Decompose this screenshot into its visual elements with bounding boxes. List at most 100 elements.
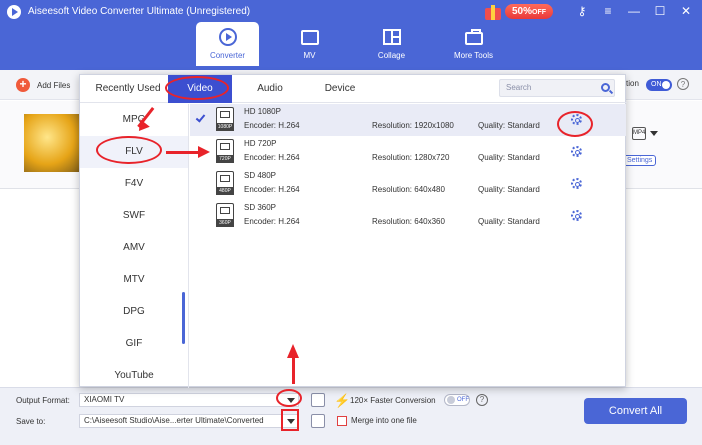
format-item-mtv[interactable]: MTV <box>80 264 188 296</box>
convert-all-button[interactable]: Convert All <box>584 398 687 424</box>
tab-audio[interactable]: Audio <box>240 75 300 103</box>
profile-encoder: Encoder: H.264 <box>244 185 300 194</box>
profile-encoder: Encoder: H.264 <box>244 217 300 226</box>
tab-label: Collage <box>377 51 406 60</box>
faster-conversion-toggle[interactable]: OFF <box>444 394 470 406</box>
profile-row[interactable]: 720P HD 720P Encoder: H.264 Resolution: … <box>190 136 626 168</box>
format-list-scrollbar[interactable] <box>182 292 185 344</box>
save-to-path[interactable]: C:\Aiseesoft Studio\Aise...erter Ultimat… <box>79 414 299 428</box>
video-thumbnail[interactable] <box>24 114 82 172</box>
tab-more-tools[interactable]: More Tools <box>442 22 505 66</box>
title-bar: Aiseesoft Video Converter Ultimate (Unre… <box>0 0 702 70</box>
gear-icon[interactable] <box>571 146 582 157</box>
video-quality-icon: 480P <box>216 171 234 195</box>
tab-collage[interactable]: Collage <box>360 22 423 66</box>
annotation-arrowhead <box>287 344 299 358</box>
tab-mv[interactable]: MV <box>278 22 341 66</box>
merge-checkbox[interactable] <box>337 416 347 426</box>
save-to-label: Save to: <box>16 417 46 426</box>
merge-label: Merge into one file <box>351 416 417 425</box>
annotation-ellipse-gear <box>557 111 593 137</box>
lightning-icon: ⚡ <box>334 393 351 408</box>
close-button[interactable]: ✕ <box>680 4 692 18</box>
profile-row[interactable]: 480P SD 480P Encoder: H.264 Resolution: … <box>190 168 626 200</box>
mv-icon <box>300 30 319 45</box>
format-dropdown-arrow[interactable] <box>650 131 658 136</box>
notification-toggle[interactable]: ON <box>646 79 672 91</box>
search-icon[interactable] <box>601 83 610 92</box>
gear-icon[interactable] <box>571 210 582 221</box>
main-nav: Converter MV Collage More Tools <box>196 22 524 66</box>
bottom-bar: Output Format: XIAOMI TV ⚡ 120× Faster C… <box>0 387 702 445</box>
format-item-f4v[interactable]: F4V <box>80 168 188 200</box>
video-quality-icon: 360P <box>216 203 234 227</box>
app-title: Aiseesoft Video Converter Ultimate (Unre… <box>28 6 251 17</box>
help-icon[interactable]: ? <box>476 394 488 406</box>
tab-label: MV <box>303 51 316 60</box>
tab-device[interactable]: Device <box>310 75 370 103</box>
format-dropdown-panel: Recently Used Video Audio Device Search … <box>79 74 627 388</box>
collage-icon <box>382 29 401 45</box>
profile-name: HD 720P <box>244 139 277 148</box>
faster-conversion-label: 120× Faster Conversion <box>350 396 436 405</box>
check-icon <box>195 112 206 123</box>
format-search-input[interactable]: Search <box>499 79 615 97</box>
profile-quality: Quality: Standard <box>478 217 540 226</box>
profile-encoder: Encoder: H.264 <box>244 153 300 162</box>
menu-icon[interactable]: ≡ <box>602 4 614 18</box>
format-item-amv[interactable]: AMV <box>80 232 188 264</box>
profile-name: HD 1080P <box>244 107 281 116</box>
profile-quality: Quality: Standard <box>478 185 540 194</box>
folder-icon[interactable] <box>311 414 325 428</box>
annotation-arrowhead <box>198 146 210 158</box>
promo-badge[interactable]: 50%OFF <box>505 4 554 19</box>
minimize-button[interactable]: — <box>628 4 640 18</box>
format-item-dpg[interactable]: DPG <box>80 296 188 328</box>
help-icon[interactable]: ? <box>677 78 689 90</box>
profile-name: SD 480P <box>244 171 277 180</box>
tab-recently-used[interactable]: Recently Used <box>88 75 168 103</box>
profile-resolution: Resolution: 1280x720 <box>372 153 450 162</box>
plus-icon: + <box>16 78 30 92</box>
format-item-swf[interactable]: SWF <box>80 200 188 232</box>
maximize-button[interactable]: ☐ <box>654 4 666 18</box>
tab-label: More Tools <box>454 51 493 60</box>
tab-converter[interactable]: Converter <box>196 22 259 66</box>
format-item-mpg[interactable]: MPG <box>80 104 188 136</box>
profile-encoder: Encoder: H.264 <box>244 121 300 130</box>
key-icon[interactable]: ⚷ <box>576 4 588 18</box>
toolbox-icon <box>464 29 483 45</box>
annotation-ellipse-format-arrow <box>276 389 302 407</box>
output-format-select[interactable]: XIAOMI TV <box>79 393 299 407</box>
profile-name: SD 360P <box>244 203 277 212</box>
profile-resolution: Resolution: 640x480 <box>372 185 445 194</box>
annotation-ellipse-flv <box>96 136 162 164</box>
profile-quality: Quality: Standard <box>478 121 540 130</box>
format-item-youtube[interactable]: YouTube <box>80 360 188 392</box>
format-settings-icon[interactable] <box>311 393 325 407</box>
annotation-box-save-arrow <box>281 409 299 431</box>
add-files-label: Add Files <box>37 80 71 90</box>
profile-resolution: Resolution: 640x360 <box>372 217 445 226</box>
promo-offer[interactable]: 50%OFF <box>484 3 554 20</box>
video-quality-icon: 720P <box>216 139 234 163</box>
converter-icon <box>218 28 237 46</box>
annotation-ellipse-video-tab <box>165 76 229 100</box>
annotation-arrow-shaft <box>166 151 200 154</box>
video-quality-icon: 1080P <box>216 107 234 131</box>
profile-quality: Quality: Standard <box>478 153 540 162</box>
output-format-icon[interactable]: MP4 <box>632 127 646 140</box>
profile-row[interactable]: 360P SD 360P Encoder: H.264 Resolution: … <box>190 200 626 232</box>
format-tabs: Recently Used Video Audio Device Search <box>80 75 627 103</box>
profile-resolution: Resolution: 1920x1080 <box>372 121 454 130</box>
gift-icon <box>484 3 502 20</box>
app-logo-icon <box>7 5 21 19</box>
notification-label: tion <box>626 79 639 88</box>
gear-icon[interactable] <box>571 178 582 189</box>
format-item-gif[interactable]: GIF <box>80 328 188 360</box>
output-format-label: Output Format: <box>16 396 70 405</box>
annotation-arrow-shaft <box>292 358 295 384</box>
add-files-button[interactable]: + Add Files <box>16 78 70 92</box>
tab-label: Converter <box>209 51 246 60</box>
settings-button[interactable]: Settings <box>623 155 657 166</box>
